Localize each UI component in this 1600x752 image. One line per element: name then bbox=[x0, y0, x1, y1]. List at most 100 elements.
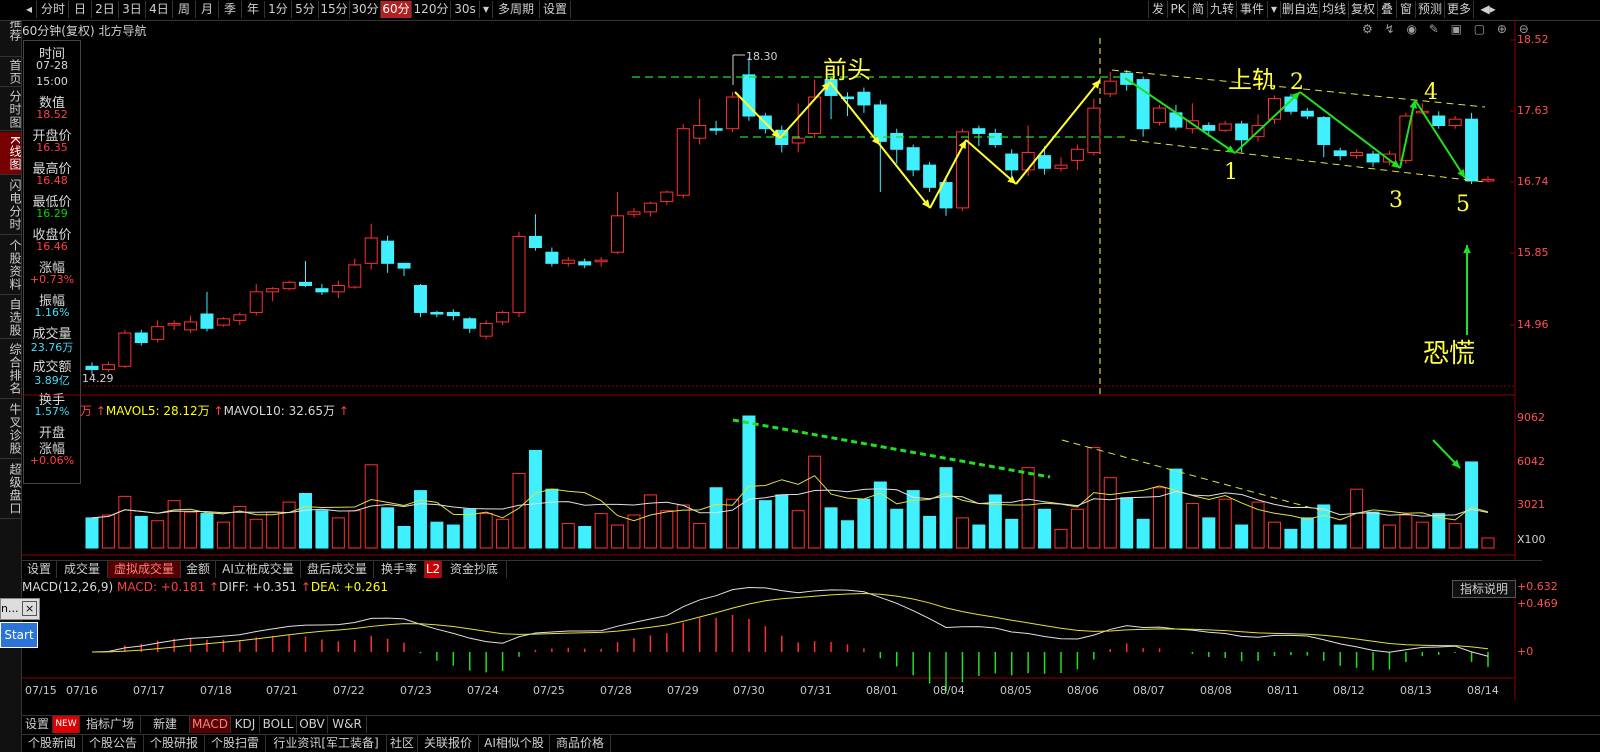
candle-body bbox=[413, 285, 427, 313]
candle-body bbox=[348, 264, 362, 288]
volume-tab-6[interactable]: 换手率 bbox=[374, 561, 425, 578]
candle-body bbox=[1366, 153, 1380, 163]
candle-body bbox=[266, 288, 280, 293]
volume-bar bbox=[413, 490, 427, 549]
candle-body bbox=[676, 128, 690, 196]
news-tab-7[interactable]: AI相似个股 bbox=[479, 735, 550, 752]
candle-body bbox=[627, 211, 641, 215]
indicator-tab-7[interactable]: OBV bbox=[297, 716, 328, 733]
volume-tick: 3021 bbox=[1517, 498, 1545, 511]
candle-body bbox=[184, 321, 198, 331]
floating-mini-window[interactable]: n... × bbox=[0, 598, 40, 620]
date-tick: 08/05 bbox=[1000, 684, 1032, 697]
candle-body bbox=[512, 235, 526, 313]
indicator-tab-6[interactable]: BOLL bbox=[260, 716, 297, 733]
volume-bar bbox=[676, 504, 690, 549]
candle-body bbox=[906, 147, 920, 171]
mini-window-label: n... bbox=[1, 602, 19, 615]
news-tab-2[interactable]: 个股研报 bbox=[144, 735, 205, 752]
candle-body bbox=[397, 262, 411, 269]
indicator-tab-8[interactable]: W&R bbox=[328, 716, 367, 733]
news-tab-8[interactable]: 商品价格 bbox=[550, 735, 611, 752]
volume-bar bbox=[151, 520, 165, 549]
macd-header: MACD(12,26,9) MACD: +0.181 ↑DIFF: +0.351… bbox=[22, 580, 389, 594]
volume-bar bbox=[381, 507, 395, 549]
volume-bar bbox=[923, 515, 937, 549]
volume-bar bbox=[1415, 521, 1429, 549]
volume-trend-green bbox=[732, 418, 1051, 479]
volume-tab-5[interactable]: 盘后成交量 bbox=[301, 561, 374, 578]
volume-bar bbox=[890, 508, 904, 549]
volume-bar bbox=[873, 481, 887, 549]
date-tick: 08/06 bbox=[1067, 684, 1099, 697]
volume-bar bbox=[1481, 537, 1495, 549]
date-tick: 07/24 bbox=[467, 684, 499, 697]
volume-bar bbox=[1300, 517, 1314, 549]
volume-bar bbox=[200, 513, 214, 549]
indicator-tab-0[interactable]: 设置 bbox=[22, 716, 53, 733]
volume-bar bbox=[1005, 518, 1019, 549]
volume-tab-0[interactable]: 设置 bbox=[22, 561, 57, 578]
candle-body bbox=[134, 332, 148, 344]
volume-bar bbox=[1382, 524, 1396, 549]
candle-body bbox=[1350, 151, 1364, 157]
indicator-tab-1[interactable]: NEW bbox=[53, 716, 80, 733]
volume-bar bbox=[1235, 524, 1249, 549]
date-tick: 08/13 bbox=[1400, 684, 1432, 697]
candle-body bbox=[1005, 153, 1019, 171]
volume-bar bbox=[742, 415, 756, 549]
news-tab-3[interactable]: 个股扫雷 bbox=[205, 735, 266, 752]
volume-bar bbox=[611, 524, 625, 549]
candle-body bbox=[1432, 115, 1446, 127]
volume-bar bbox=[101, 514, 115, 549]
annotation-panic: 恐慌 bbox=[1423, 339, 1476, 369]
annotation-head: 前头 bbox=[823, 56, 871, 84]
macd-tick: +0.632 bbox=[1517, 580, 1558, 593]
volume-bar bbox=[1070, 508, 1084, 549]
news-tab-6[interactable]: 关联报价 bbox=[418, 735, 479, 752]
candle-body bbox=[528, 235, 542, 248]
volume-bar bbox=[266, 511, 280, 549]
volume-bar bbox=[430, 521, 444, 549]
volume-tab-8[interactable]: 资金抄底 bbox=[442, 561, 507, 578]
news-tab-5[interactable]: 社区 bbox=[387, 735, 418, 752]
volume-bar bbox=[184, 511, 198, 549]
indicator-tab-4[interactable]: MACD bbox=[190, 716, 231, 733]
price-tick: 18.52 bbox=[1517, 33, 1549, 46]
macd-tick: +0 bbox=[1517, 645, 1534, 658]
candle-body bbox=[1038, 155, 1052, 169]
date-tick: 07/31 bbox=[800, 684, 832, 697]
indicator-tab-2[interactable]: 指标广场 bbox=[80, 716, 141, 733]
start-button[interactable]: Start bbox=[0, 622, 38, 648]
indicator-tab-3[interactable]: 新建 bbox=[141, 716, 190, 733]
indicator-help-button[interactable]: 指标说明 bbox=[1452, 580, 1516, 598]
news-tab-4[interactable]: 行业资讯[军工装备] bbox=[266, 735, 387, 752]
news-tab-1[interactable]: 个股公告 bbox=[83, 735, 144, 752]
volume-bar bbox=[1087, 447, 1101, 549]
candle-body bbox=[299, 281, 313, 287]
close-icon[interactable]: × bbox=[21, 601, 38, 616]
wave-label-5: 5 bbox=[1456, 192, 1470, 217]
candle-body bbox=[1103, 80, 1117, 95]
volume-bar bbox=[1218, 498, 1232, 549]
yellow-trend-arrow bbox=[734, 91, 781, 139]
wave-label-2: 2 bbox=[1290, 70, 1304, 95]
volume-bar bbox=[693, 523, 707, 549]
volume-tab-2[interactable]: 虚拟成交量 bbox=[108, 561, 181, 578]
candle-body bbox=[216, 318, 230, 326]
volume-tab-4[interactable]: AI立桩成交量 bbox=[216, 561, 301, 578]
indicator-tab-5[interactable]: KDJ bbox=[231, 716, 260, 733]
date-tick: 07/25 bbox=[533, 684, 565, 697]
volume-tick: X100 bbox=[1517, 533, 1546, 546]
k-line-chart[interactable]: 18.30 14.29 bbox=[0, 0, 1600, 752]
news-tab-0[interactable]: 个股新闻 bbox=[22, 735, 83, 752]
volume-tab-3[interactable]: 金额 bbox=[181, 561, 216, 578]
candle-body bbox=[118, 332, 132, 367]
volume-bar bbox=[1267, 521, 1281, 549]
volume-tab-7[interactable]: L2 bbox=[425, 561, 442, 578]
volume-bar bbox=[955, 517, 969, 549]
dea-value: DEA: +0.261 bbox=[310, 580, 389, 594]
candle-body bbox=[988, 132, 1002, 146]
volume-bar bbox=[824, 507, 838, 549]
volume-tab-1[interactable]: 成交量 bbox=[57, 561, 108, 578]
